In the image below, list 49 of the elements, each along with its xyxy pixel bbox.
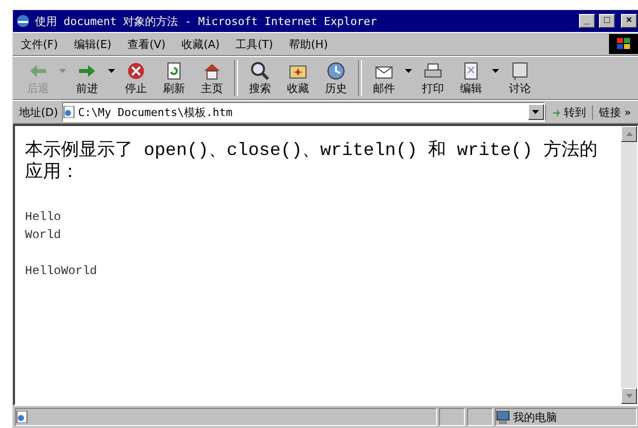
search-icon: [249, 60, 271, 80]
menu-item[interactable]: 查看(V): [119, 34, 174, 54]
caret-icon[interactable]: [405, 69, 412, 73]
toolbar-button[interactable]: 讨论: [501, 58, 539, 98]
status-pane: [467, 408, 493, 426]
toolbar-button[interactable]: 打印: [414, 58, 452, 98]
output-line: Hello: [25, 209, 62, 226]
maximize-button[interactable]: □: [599, 14, 615, 28]
page-heading: 本示例显示了 open()、close()、writeln() 和 write() 方法的应用：: [25, 140, 598, 184]
links-button[interactable]: 链接 »: [592, 104, 637, 120]
caret-icon[interactable]: [492, 69, 499, 73]
menu-item[interactable]: 工具(T): [228, 34, 281, 54]
zone-label: 我的电脑: [513, 410, 557, 424]
address-label: 地址(D): [18, 104, 60, 120]
printer-icon: [422, 60, 444, 80]
page-icon: [16, 411, 28, 423]
go-button[interactable]: 转到: [544, 104, 592, 120]
caret-icon: [626, 132, 632, 136]
scroll-down-button[interactable]: [621, 388, 637, 404]
menu-item[interactable]: 文件(F): [13, 34, 66, 54]
menu-item[interactable]: 帮助(H): [281, 34, 336, 54]
toolbar-button[interactable]: 主页: [193, 58, 231, 98]
scrollbar[interactable]: [621, 126, 637, 404]
page-icon: [63, 106, 76, 118]
toolbar-button[interactable]: 搜索: [241, 58, 279, 98]
menu-item[interactable]: 收藏(A): [174, 34, 228, 54]
minimize-button[interactable]: _: [579, 14, 595, 28]
windows-logo-icon: [609, 34, 638, 54]
toolbar-button[interactable]: 停止: [117, 58, 155, 98]
caret-icon[interactable]: [108, 69, 115, 73]
arrow-icon: [552, 107, 562, 117]
close-button[interactable]: ×: [621, 14, 637, 28]
caret-icon: [626, 394, 632, 398]
dropdown-button[interactable]: [528, 104, 544, 120]
toolbar-button[interactable]: 收藏: [279, 58, 317, 98]
toolbar-button[interactable]: 前进: [68, 58, 106, 98]
toolbar-button[interactable]: 历史: [317, 58, 355, 98]
output-line: World: [25, 227, 62, 244]
toolbar-button[interactable]: 编辑: [452, 58, 490, 98]
stop-icon: [125, 60, 147, 80]
menu-item[interactable]: 编辑(E): [66, 34, 120, 54]
toolbar-button[interactable]: 刷新: [155, 58, 193, 98]
window-title: 使用 document 对象的方法 - Microsoft Internet Explorer: [35, 14, 378, 28]
scroll-up-button[interactable]: [621, 126, 637, 142]
output-line: HelloWorld: [25, 263, 98, 280]
status-pane: [439, 408, 465, 426]
toolbar-button[interactable]: 邮件: [365, 58, 403, 98]
address-field[interactable]: C:\My Documents\模板.htm: [62, 102, 545, 122]
caret-icon: [532, 110, 540, 114]
